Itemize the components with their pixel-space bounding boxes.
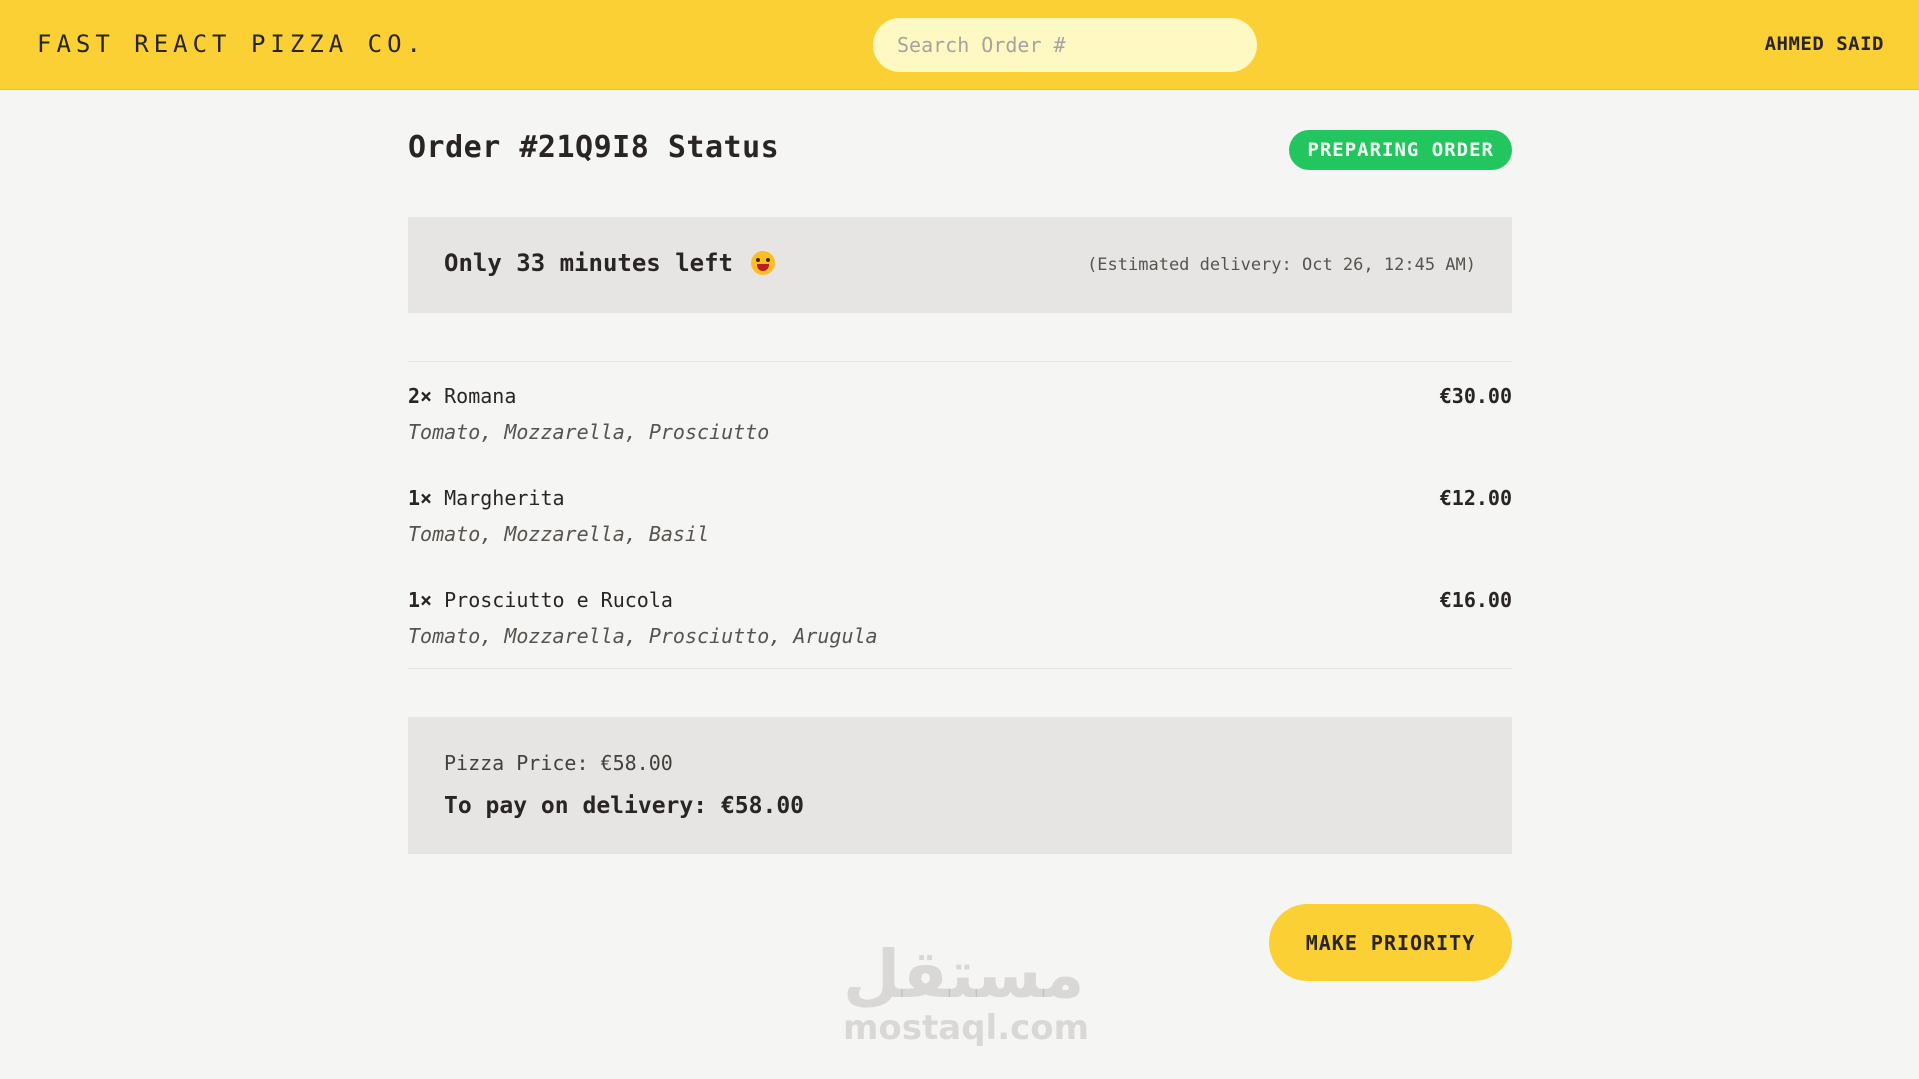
item-ingredients: Tomato, Mozzarella, Prosciutto	[408, 420, 770, 444]
item-name: Romana	[444, 384, 517, 408]
search-order-input[interactable]	[873, 18, 1257, 72]
smiling-face-with-tongue-icon	[750, 251, 775, 275]
item-ingredients: Tomato, Mozzarella, Prosciutto, Arugula	[408, 624, 878, 648]
price-summary-box: Pizza Price: €58.00 To pay on delivery: …	[408, 717, 1512, 854]
pizza-price: Pizza Price: €58.00	[444, 751, 673, 775]
watermark-arabic: مستقل	[843, 936, 1085, 1013]
item-price: €30.00	[1439, 384, 1512, 408]
order-item: 1× Margherita €12.00 Tomato, Mozzarella,…	[408, 486, 1512, 588]
order-item: 1× Prosciutto e Rucola €16.00 Tomato, Mo…	[408, 588, 1512, 668]
order-items-list: 2× Romana €30.00 Tomato, Mozzarella, Pro…	[408, 361, 1512, 669]
item-quantity: 1×	[408, 588, 433, 612]
delivery-estimate-box: Only 33 minutes left (Estimated delivery…	[408, 217, 1512, 313]
total-to-pay: To pay on delivery: €58.00	[444, 793, 805, 819]
item-price: €12.00	[1439, 486, 1512, 510]
time-left: Only 33 minutes left	[444, 249, 775, 277]
order-item: 2× Romana €30.00 Tomato, Mozzarella, Pro…	[408, 384, 1512, 486]
item-quantity: 1×	[408, 486, 433, 510]
app-header: FAST REACT PIZZA CO. AHMED SAID	[0, 0, 1919, 90]
watermark-logo: مستقل mostaql.com	[843, 936, 1090, 1048]
page-title: Order #21Q9I8 Status	[408, 130, 780, 165]
item-name: Prosciutto e Rucola	[444, 588, 673, 612]
time-left-text: Only 33 minutes left	[444, 249, 733, 277]
item-ingredients: Tomato, Mozzarella, Basil	[408, 522, 710, 546]
item-quantity: 2×	[408, 384, 433, 408]
username: AHMED SAID	[1764, 33, 1884, 55]
item-name: Margherita	[444, 486, 565, 510]
watermark-latin: mostaql.com	[843, 1008, 1090, 1048]
status-badge: PREPARING ORDER	[1289, 130, 1512, 170]
estimated-delivery-text: (Estimated delivery: Oct 26, 12:45 AM)	[1087, 255, 1476, 275]
make-priority-button[interactable]: MAKE PRIORITY	[1269, 904, 1512, 981]
order-title-row: Order #21Q9I8 Status PREPARING ORDER	[408, 130, 1512, 190]
app-logo[interactable]: FAST REACT PIZZA CO.	[37, 30, 426, 58]
item-price: €16.00	[1439, 588, 1512, 612]
